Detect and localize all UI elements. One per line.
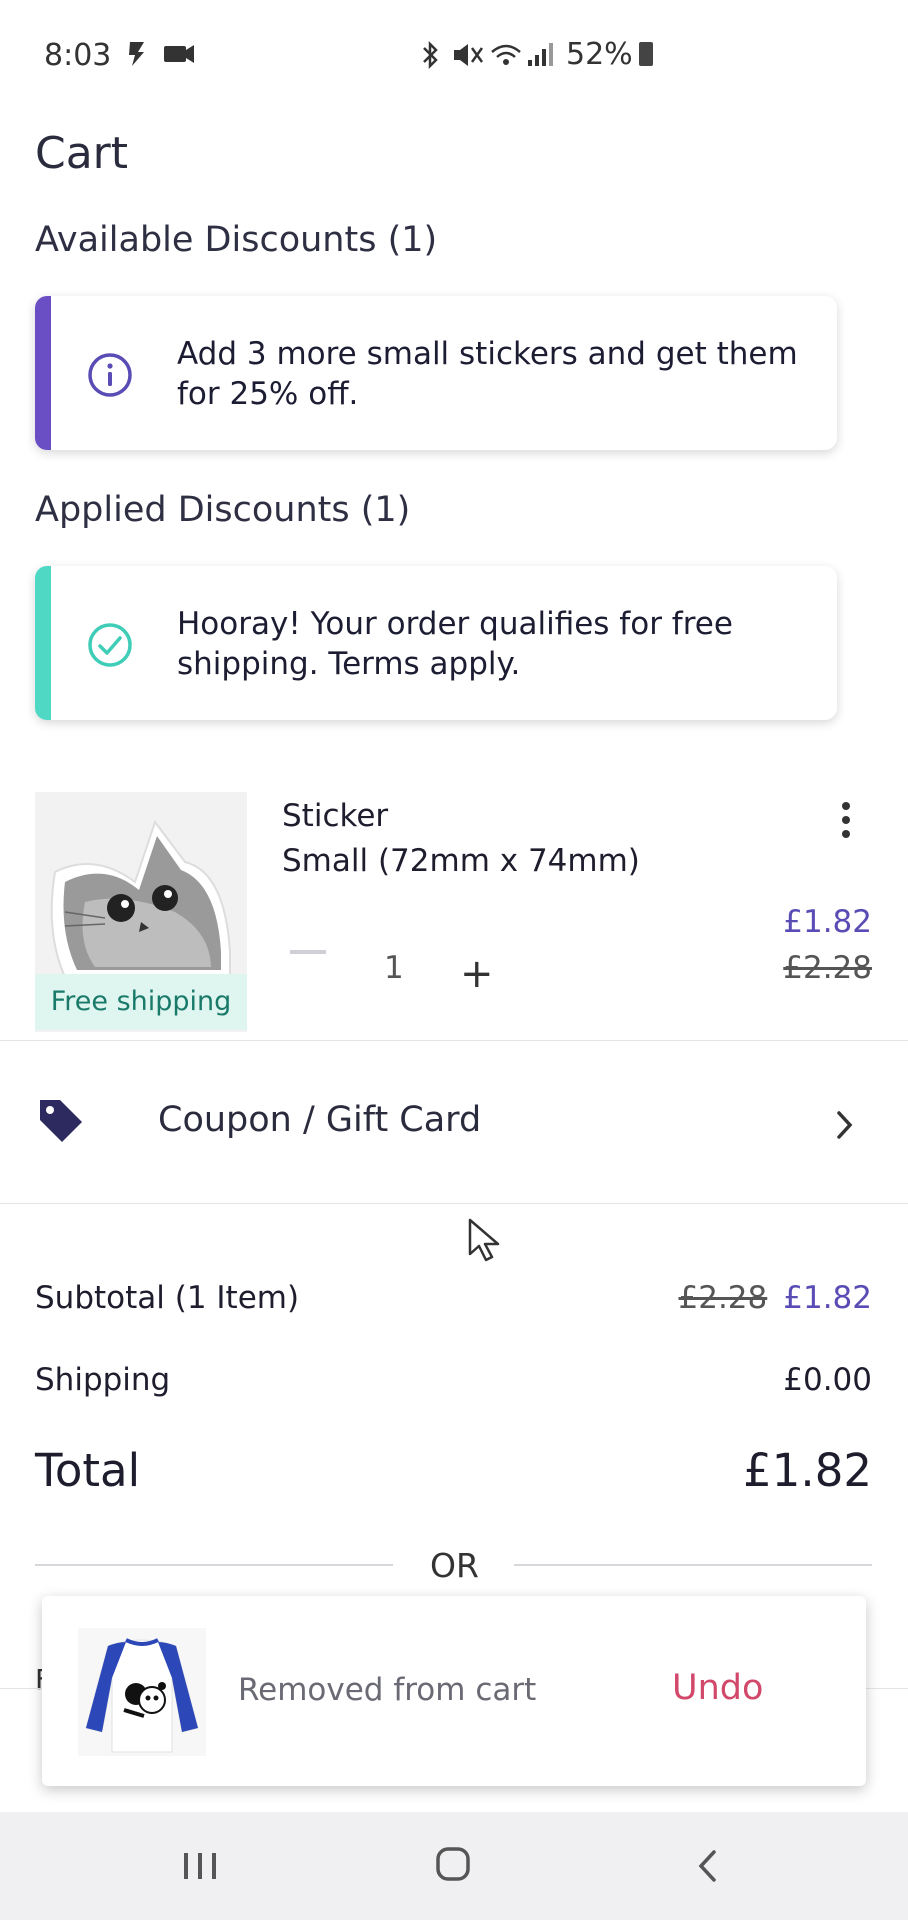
shipping-label: Shipping [35, 1362, 171, 1398]
or-separator: OR [430, 1546, 479, 1585]
chevron-right-icon [837, 1111, 853, 1139]
coupon-gift-card-row[interactable]: Coupon / Gift Card [0, 1041, 908, 1203]
item-price-discounted: £1.82 [783, 904, 872, 940]
info-icon [88, 353, 132, 397]
shipping-value: £0.00 [783, 1362, 872, 1398]
cursor-icon [468, 1218, 500, 1262]
tag-icon [40, 1100, 82, 1142]
divider [0, 1203, 908, 1204]
system-icons [420, 40, 560, 77]
subtotal-label: Subtotal (1 Item) [35, 1280, 300, 1316]
product-size: Small (72mm x 74mm) [282, 843, 640, 879]
quantity-increase-button[interactable]: + [460, 951, 494, 997]
subtotal-value: £2.28 £1.82 [679, 1280, 873, 1316]
back-icon[interactable] [695, 1848, 719, 1884]
removed-item-image [78, 1628, 206, 1756]
battery-icon [638, 42, 653, 66]
applied-discount-message: Hooray! Your order qualifies for free sh… [177, 606, 733, 682]
raglan-shirt-image [78, 1628, 206, 1756]
home-icon[interactable] [435, 1846, 471, 1882]
quantity-value: 1 [384, 950, 404, 986]
coupon-label: Coupon / Gift Card [158, 1100, 482, 1140]
signal-wifi-icon [423, 40, 553, 70]
applied-discounts-heading: Applied Discounts (1) [35, 490, 411, 530]
more-options-icon[interactable] [834, 800, 858, 840]
free-shipping-badge: Free shipping [35, 974, 247, 1030]
status-bar: 8:03 52% [0, 0, 908, 110]
item-price-original: £2.28 [783, 950, 872, 986]
available-discount-message: Add 3 more small stickers and get them f… [177, 336, 798, 412]
applied-discount-card[interactable]: Hooray! Your order qualifies for free sh… [35, 566, 837, 720]
total-label: Total [35, 1444, 141, 1497]
battery-level: 52% [566, 37, 653, 72]
product-name: Sticker [282, 798, 389, 834]
check-circle-icon [88, 623, 132, 667]
battery-text: 52% [566, 37, 633, 72]
undo-button[interactable]: Undo [672, 1668, 763, 1708]
flash-video-icon [129, 42, 194, 66]
recent-apps-icon[interactable] [182, 1851, 218, 1881]
quantity-decrease-button[interactable] [290, 950, 326, 954]
status-time: 8:03 [44, 38, 112, 73]
total-value: £1.82 [743, 1444, 872, 1497]
or-divider-left [35, 1564, 393, 1566]
available-discount-card[interactable]: Add 3 more small stickers and get them f… [35, 296, 837, 450]
toast-message: Removed from cart [238, 1672, 537, 1708]
notification-icons [126, 40, 196, 75]
available-discounts-heading: Available Discounts (1) [35, 220, 438, 260]
card-accent-stripe [35, 566, 51, 720]
page-title: Cart [35, 128, 129, 179]
subtotal-original: £2.28 [678, 1280, 768, 1316]
or-divider-right [514, 1564, 872, 1566]
card-accent-stripe [35, 296, 51, 450]
subtotal-discounted: £1.82 [783, 1280, 872, 1316]
removed-from-cart-toast: Removed from cart Undo [42, 1596, 866, 1786]
